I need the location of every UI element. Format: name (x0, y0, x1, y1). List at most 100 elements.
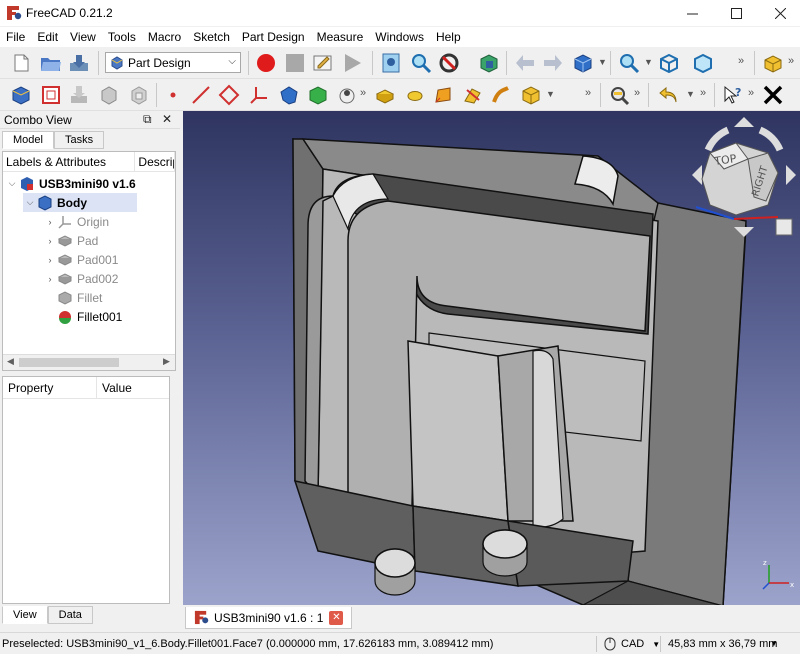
clone-button[interactable] (96, 82, 122, 108)
menu-file[interactable]: File (0, 27, 31, 47)
toolbar-overflow-icon[interactable]: » (788, 55, 794, 67)
zoom-menu-button[interactable] (616, 50, 642, 76)
dropdown-arrow-icon[interactable]: ▼ (598, 57, 607, 67)
tree-item-fillet[interactable]: Fillet (57, 288, 102, 307)
menu-help[interactable]: Help (430, 27, 467, 47)
forward-button[interactable] (540, 50, 566, 76)
tab-data[interactable]: Data (47, 606, 93, 624)
workbench-selector[interactable]: Part Design ⌵ (105, 52, 241, 73)
column-value[interactable]: Value (97, 377, 169, 398)
tree-item-pad[interactable]: › Pad (43, 231, 99, 250)
rotate-right-icon[interactable] (758, 126, 784, 152)
view-front-button[interactable] (690, 50, 716, 76)
menu-view[interactable]: View (64, 27, 102, 47)
validate-sketch-button[interactable] (66, 82, 92, 108)
datum-line-button[interactable] (188, 82, 214, 108)
undo-button[interactable] (656, 82, 682, 108)
pad-button[interactable] (372, 82, 398, 108)
additive-loft-button[interactable] (430, 82, 456, 108)
record-macro-button[interactable] (253, 50, 279, 76)
arrow-right-icon[interactable] (786, 165, 796, 185)
edit-macro-button[interactable] (310, 50, 336, 76)
tree-horizontal-scrollbar[interactable]: ◀ ▶ (3, 354, 175, 370)
document-tab[interactable]: USB3mini90 v1.6 : 1 ✕ (185, 607, 353, 629)
tab-model[interactable]: Model (2, 131, 54, 149)
new-document-button[interactable] (8, 50, 34, 76)
tree-item-pad001[interactable]: › Pad001 (43, 250, 119, 269)
tree-item-origin[interactable]: › Origin (43, 212, 110, 231)
3d-viewport[interactable]: TOP RIGHT z x (183, 111, 800, 605)
float-panel-icon[interactable]: ⧉ (143, 112, 152, 127)
scroll-right-icon[interactable]: ▶ (163, 356, 170, 367)
view-menu-cube-icon[interactable] (775, 218, 793, 236)
bounding-box-button[interactable] (476, 50, 502, 76)
create-body-button[interactable] (8, 82, 34, 108)
save-button[interactable] (66, 50, 92, 76)
toolbar-overflow-icon[interactable]: » (634, 87, 640, 99)
toolbar-overflow-icon[interactable]: » (738, 55, 744, 67)
chevron-right-icon[interactable]: › (43, 217, 57, 227)
stop-macro-button[interactable] (282, 50, 308, 76)
menu-edit[interactable]: Edit (31, 27, 64, 47)
additive-primitive-button[interactable] (518, 82, 544, 108)
additive-helix-button[interactable] (488, 82, 514, 108)
minimize-button[interactable] (672, 0, 712, 26)
chevron-right-icon[interactable]: › (43, 274, 57, 284)
chevron-down-icon[interactable]: ⌵ (5, 178, 19, 189)
draw-style-button[interactable] (436, 50, 462, 76)
column-labels[interactable]: Labels & Attributes (3, 152, 136, 171)
pad-feature-button[interactable] (305, 82, 331, 108)
back-button[interactable] (512, 50, 538, 76)
dropdown-arrow-icon[interactable]: ▼ (644, 57, 653, 67)
toolbar-overflow-icon[interactable]: » (585, 87, 591, 99)
menu-windows[interactable]: Windows (369, 27, 430, 47)
run-macro-button[interactable] (339, 50, 365, 76)
fit-selection-button[interactable] (408, 50, 434, 76)
measure-button[interactable] (606, 82, 632, 108)
tree-item-fillet001[interactable]: Fillet001 (57, 307, 122, 326)
toolbar-overflow-icon[interactable]: » (700, 87, 706, 99)
close-panel-icon[interactable]: ✕ (162, 112, 172, 126)
sub-shape-binder-button[interactable] (276, 82, 302, 108)
chevron-right-icon[interactable]: › (43, 236, 57, 246)
tree-item-pad002[interactable]: › Pad002 (43, 269, 119, 288)
menu-tools[interactable]: Tools (102, 27, 142, 47)
datum-plane-button[interactable] (216, 82, 242, 108)
arrow-left-icon[interactable] (692, 165, 702, 185)
toolbar-overflow-icon[interactable]: » (748, 87, 754, 99)
navigation-cube[interactable]: TOP RIGHT (688, 115, 800, 241)
menu-sketch[interactable]: Sketch (187, 27, 236, 47)
local-cs-button[interactable] (246, 82, 272, 108)
part-button[interactable] (760, 50, 786, 76)
tab-view[interactable]: View (2, 606, 48, 624)
dropdown-arrow-icon[interactable]: ▼ (686, 89, 695, 99)
fit-all-button[interactable] (378, 50, 404, 76)
scroll-left-icon[interactable]: ◀ (7, 356, 14, 367)
column-description[interactable]: Descrip (135, 152, 175, 171)
menu-macro[interactable]: Macro (142, 27, 187, 47)
view-isometric-button[interactable] (656, 50, 682, 76)
tree-item-document[interactable]: ⌵ USB3mini90 v1.6 (5, 174, 136, 193)
view-dimensions[interactable]: 45,83 mm x 36,79 mm (668, 638, 777, 650)
arrow-up-icon[interactable] (734, 117, 754, 127)
create-sketch-button[interactable] (38, 82, 64, 108)
maximize-button[interactable] (716, 0, 756, 26)
arrow-down-icon[interactable] (734, 227, 754, 237)
toolbar-overflow-icon[interactable]: » (360, 87, 366, 99)
close-tab-icon[interactable]: ✕ (329, 610, 344, 625)
chevron-down-icon[interactable]: ⌵ (23, 197, 37, 208)
close-task-button[interactable] (760, 82, 786, 108)
shape-binder-button[interactable] (126, 82, 152, 108)
standard-views-button[interactable] (570, 50, 596, 76)
navigation-style-selector[interactable]: CAD ▼ (604, 637, 660, 651)
menu-part-design[interactable]: Part Design (236, 27, 311, 47)
clone-feature-button[interactable] (334, 82, 360, 108)
dropdown-arrow-icon[interactable]: ▼ (546, 89, 555, 99)
tab-tasks[interactable]: Tasks (53, 131, 105, 149)
revolution-button[interactable] (402, 82, 428, 108)
dropdown-arrow-icon[interactable]: ▼ (770, 639, 778, 648)
datum-point-button[interactable] (160, 82, 186, 108)
open-button[interactable] (38, 50, 64, 76)
scrollbar-thumb[interactable] (19, 358, 119, 367)
whats-this-button[interactable]: ? (720, 82, 746, 108)
